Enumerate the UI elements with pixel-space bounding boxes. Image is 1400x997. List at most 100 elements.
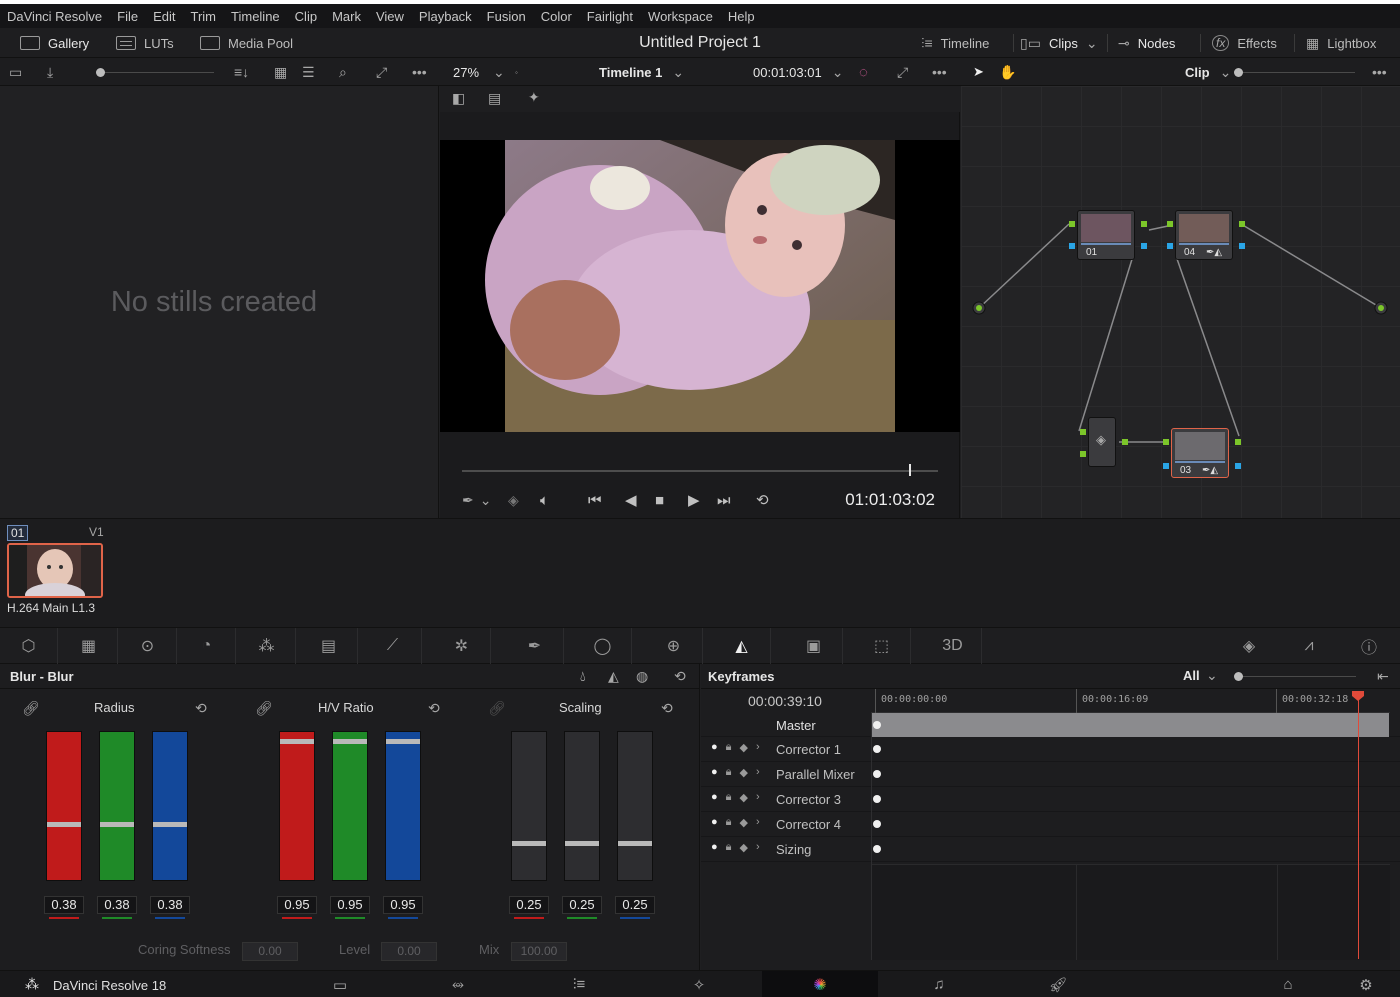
tracker-icon[interactable]: ⊕ bbox=[645, 628, 703, 664]
keyframe-dot[interactable] bbox=[873, 745, 881, 753]
menu-color[interactable]: Color bbox=[534, 9, 580, 24]
motion-effects-icon[interactable]: ▤ bbox=[300, 628, 358, 664]
link-icon[interactable]: 🔗︎ bbox=[488, 700, 506, 717]
node-04[interactable]: 04 ✒◭ bbox=[1175, 210, 1233, 260]
h-v-ratio-green-value[interactable]: 0.95 bbox=[330, 896, 370, 914]
node-zoom-knob[interactable] bbox=[1234, 68, 1243, 77]
page-cut-icon[interactable]: ⥈ bbox=[400, 971, 516, 997]
radius-red-value[interactable]: 0.38 bbox=[44, 896, 84, 914]
node-03[interactable]: 03 ✒◭ bbox=[1171, 428, 1229, 478]
page-fusion-icon[interactable]: ✧ bbox=[641, 971, 757, 997]
link-icon[interactable]: 🔗︎ bbox=[255, 700, 273, 717]
camera-raw-icon[interactable]: ⬡ bbox=[0, 628, 58, 664]
chevron-right-icon[interactable]: › bbox=[756, 766, 760, 779]
color-match-icon[interactable]: ▦ bbox=[60, 628, 118, 664]
enable-dot-icon[interactable]: ● bbox=[711, 841, 718, 854]
gallery-size-slider[interactable] bbox=[96, 72, 214, 73]
effects-toggle-button[interactable]: fx Effects bbox=[1212, 28, 1277, 58]
timeline-dropdown[interactable]: Timeline 1 ⌄ bbox=[599, 58, 684, 86]
go-to-end-icon[interactable]: ⏭︎ bbox=[717, 486, 731, 514]
clips-toggle-button[interactable]: ▯▭ Clips ⌄ bbox=[1020, 28, 1098, 58]
gallery-button[interactable]: Gallery bbox=[20, 28, 89, 58]
keyframe-ruler[interactable]: 00:00:00:00 00:00:16:09 00:00:32:18 bbox=[871, 689, 1390, 713]
sidebar-toggle-icon[interactable]: ▭ bbox=[9, 58, 22, 86]
node-editor[interactable]: 01 04 ✒◭ ◈ 03 ✒◭ bbox=[961, 86, 1400, 518]
split-icon[interactable]: ▤ bbox=[488, 90, 501, 107]
keyframe-dot[interactable] bbox=[873, 820, 881, 828]
menu-edit[interactable]: Edit bbox=[146, 9, 183, 24]
chevron-right-icon[interactable]: › bbox=[756, 791, 760, 804]
reset-icon[interactable]: ⟲ bbox=[661, 700, 673, 717]
keyframe-diamond-icon[interactable]: ◆ bbox=[740, 791, 748, 804]
enable-dot-icon[interactable]: ● bbox=[711, 816, 718, 829]
keyframe-row-master[interactable]: Master bbox=[701, 713, 1400, 737]
radius-blue-slider[interactable] bbox=[152, 731, 188, 881]
menu-fairlight[interactable]: Fairlight bbox=[580, 9, 641, 24]
zoom-dropdown[interactable]: 27% ⌄ bbox=[453, 58, 505, 86]
hdr-wheels-icon[interactable]: ◔ bbox=[178, 628, 236, 664]
keyframe-zoom-slider[interactable] bbox=[1236, 676, 1356, 677]
chevron-right-icon[interactable]: › bbox=[756, 816, 760, 829]
grab-still-icon[interactable]: ⤓ bbox=[47, 58, 53, 86]
scaling-red-value[interactable]: 0.25 bbox=[509, 896, 549, 914]
keyframe-dot[interactable] bbox=[873, 795, 881, 803]
split-screen-icon[interactable]: ◦ bbox=[515, 58, 518, 86]
mix-value[interactable]: 100.00 bbox=[511, 942, 567, 961]
keyframe-row[interactable]: ● 🔒︎ ◆ › Sizing bbox=[701, 837, 1400, 862]
layers-icon[interactable]: ◈ bbox=[508, 486, 519, 514]
key-icon[interactable]: ▣ bbox=[785, 628, 843, 664]
source-timecode-dropdown[interactable]: 00:01:03:01 ⌄ bbox=[753, 58, 843, 86]
menu-app[interactable]: DaVinci Resolve bbox=[0, 9, 110, 24]
reset-icon[interactable]: ⟲ bbox=[428, 700, 440, 717]
loop-icon[interactable]: ⟲ bbox=[756, 486, 769, 514]
clip-thumbnail[interactable] bbox=[7, 543, 103, 598]
scaling-red-slider[interactable] bbox=[511, 731, 547, 881]
keyframes-filter[interactable]: All bbox=[1183, 668, 1200, 683]
h-v-ratio-blue-value[interactable]: 0.95 bbox=[383, 896, 423, 914]
grid-view-icon[interactable]: ▦ bbox=[274, 58, 287, 86]
3d-icon[interactable]: 3D bbox=[924, 628, 982, 664]
keyframe-diamond-icon[interactable]: ◆ bbox=[740, 766, 748, 779]
blur-mode-icon[interactable]: 💧︎ bbox=[580, 668, 586, 685]
lock-icon[interactable]: 🔒︎ bbox=[726, 766, 732, 779]
sharpen-mode-icon[interactable]: ◭ bbox=[608, 668, 619, 685]
mist-mode-icon[interactable]: ◍ bbox=[636, 668, 648, 685]
keyframe-diamond-icon[interactable]: ◆ bbox=[740, 841, 748, 854]
color-warper-icon[interactable]: ✲ bbox=[433, 628, 491, 664]
menu-playback[interactable]: Playback bbox=[412, 9, 480, 24]
keyframe-playhead[interactable] bbox=[1358, 691, 1359, 959]
video-frame[interactable] bbox=[440, 140, 960, 432]
menu-help[interactable]: Help bbox=[721, 9, 763, 24]
radius-blue-value[interactable]: 0.38 bbox=[150, 896, 190, 914]
menu-trim[interactable]: Trim bbox=[184, 9, 225, 24]
h-v-ratio-blue-slider[interactable] bbox=[385, 731, 421, 881]
h-v-ratio-green-slider[interactable] bbox=[332, 731, 368, 881]
gallery-more-icon[interactable]: ••• bbox=[412, 58, 427, 86]
level-value[interactable]: 0.00 bbox=[381, 942, 437, 961]
collapse-panel-icon[interactable]: ⇤ bbox=[1377, 668, 1389, 685]
radius-green-slider[interactable] bbox=[99, 731, 135, 881]
viewer-more-icon[interactable]: ••• bbox=[932, 58, 947, 86]
home-icon[interactable]: ⌂ bbox=[1258, 971, 1318, 997]
curves-icon[interactable]: ⟋ bbox=[364, 628, 422, 664]
timeline-toggle-button[interactable]: ⫶≡ Timeline bbox=[921, 28, 989, 58]
color-wheel-icon[interactable]: ◌ bbox=[859, 58, 868, 86]
enable-dot-icon[interactable]: ● bbox=[711, 791, 718, 804]
radius-red-slider[interactable] bbox=[46, 731, 82, 881]
scaling-blue-value[interactable]: 0.25 bbox=[615, 896, 655, 914]
keyframe-diamond-icon[interactable]: ◆ bbox=[740, 741, 748, 754]
node-01[interactable]: 01 bbox=[1077, 210, 1135, 260]
expand-icon[interactable]: ⤢ bbox=[376, 58, 387, 86]
coring-softness-value[interactable]: 0.00 bbox=[242, 942, 298, 961]
window-icon[interactable]: ◯ bbox=[574, 628, 632, 664]
nodes-toggle-button[interactable]: ⊸ Nodes bbox=[1118, 28, 1175, 58]
reverse-play-icon[interactable]: ◀ bbox=[625, 486, 637, 514]
menu-timeline[interactable]: Timeline bbox=[224, 9, 288, 24]
keyframe-row[interactable]: ● 🔒︎ ◆ › Corrector 4 bbox=[701, 812, 1400, 837]
chevron-down-icon[interactable]: ⌄ bbox=[1206, 667, 1218, 684]
node-zoom-slider[interactable] bbox=[1235, 72, 1355, 73]
pointer-tool-icon[interactable]: ➤ bbox=[973, 58, 984, 86]
eyedropper-dropdown[interactable]: ✒ ⌄ bbox=[462, 486, 491, 514]
fullscreen-icon[interactable]: ⤢ bbox=[897, 58, 908, 86]
lightbox-toggle-button[interactable]: ▦ Lightbox bbox=[1306, 28, 1376, 58]
